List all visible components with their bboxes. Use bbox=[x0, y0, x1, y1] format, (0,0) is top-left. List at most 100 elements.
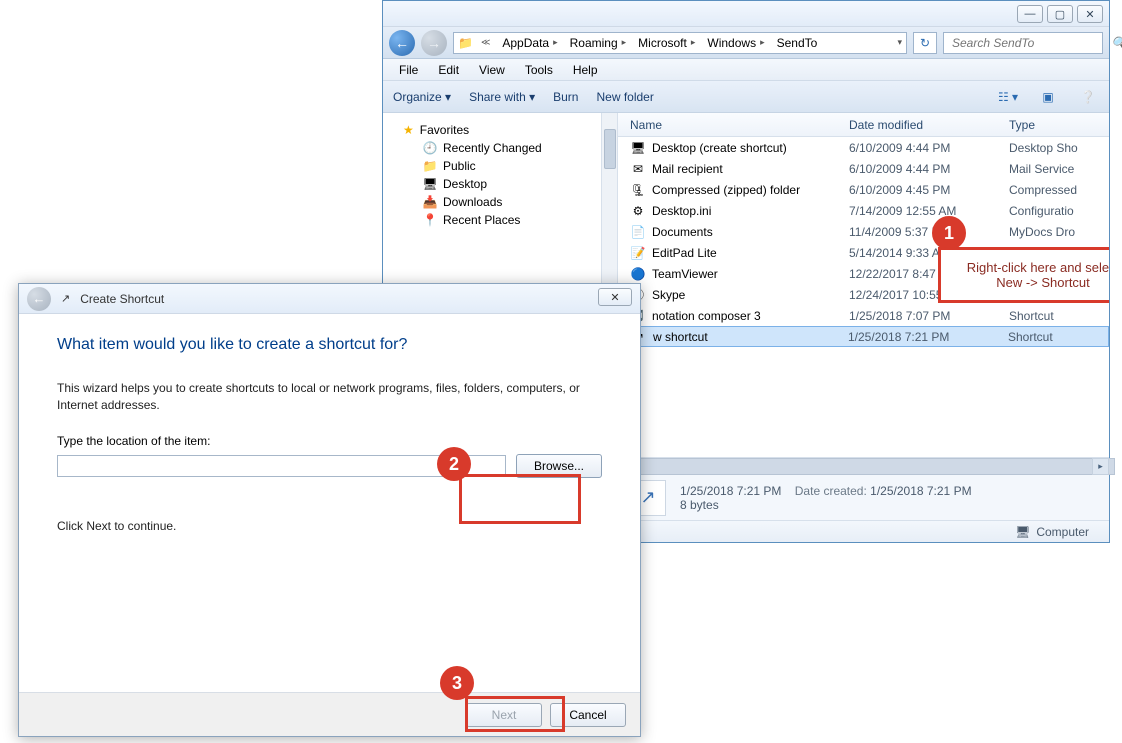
browse-button[interactable]: Browse... bbox=[516, 454, 602, 478]
file-name: Compressed (zipped) folder bbox=[652, 183, 800, 197]
file-row[interactable]: ✉Mail recipient6/10/2009 4:44 PMMail Ser… bbox=[618, 158, 1109, 179]
folder-icon: 📁 bbox=[458, 36, 473, 50]
menu-bar: File Edit View Tools Help bbox=[383, 59, 1109, 81]
file-row[interactable]: 🖥 Desktop (create shortcut) 6/10/2009 4:44… bbox=[618, 137, 1109, 158]
file-date: 1/25/2018 7:21 PM bbox=[848, 330, 1008, 344]
file-date: 6/10/2009 4:44 PM bbox=[849, 141, 1009, 155]
crumb-appdata[interactable]: AppData▸ bbox=[498, 33, 561, 53]
file-icon: 📄 bbox=[630, 224, 646, 240]
maximize-button[interactable]: ▢ bbox=[1047, 5, 1073, 23]
clock-icon: 🕘 bbox=[423, 141, 437, 155]
menu-tools[interactable]: Tools bbox=[517, 61, 561, 79]
nav-bar: ← → 📁 ≪ AppData▸ Roaming▸ Microsoft▸ Win… bbox=[383, 27, 1109, 59]
col-name[interactable]: Name bbox=[618, 118, 849, 132]
col-date[interactable]: Date modified bbox=[849, 118, 1009, 132]
forward-button[interactable]: → bbox=[421, 30, 447, 56]
file-type: Mail Service bbox=[1009, 162, 1109, 176]
file-row[interactable]: 🗜Compressed (zipped) folder6/10/2009 4:4… bbox=[618, 179, 1109, 200]
help-button[interactable]: ❔ bbox=[1077, 86, 1099, 108]
search-input[interactable] bbox=[950, 35, 1111, 51]
shortcut-icon: ↗ bbox=[61, 292, 70, 305]
titlebar[interactable]: — ▢ ✕ bbox=[383, 1, 1109, 27]
file-row[interactable]: 📄Documents11/4/2009 5:37 PMMyDocs Dro bbox=[618, 221, 1109, 242]
crumb-windows[interactable]: Windows▸ bbox=[703, 33, 768, 53]
file-icon: ✉ bbox=[630, 161, 646, 177]
sidebar-recently-changed[interactable]: 🕘Recently Changed bbox=[383, 139, 617, 157]
command-bar: Organize ▾ Share with ▾ Burn New folder … bbox=[383, 81, 1109, 113]
file-pane: Name Date modified Type 🖥 Desktop (create… bbox=[618, 113, 1109, 542]
minimize-button[interactable]: — bbox=[1017, 5, 1043, 23]
file-icon: ⚙ bbox=[630, 203, 646, 219]
status-bar: 🖥 Computer bbox=[618, 520, 1109, 542]
col-type[interactable]: Type bbox=[1009, 118, 1109, 132]
wizard-heading: What item would you like to create a sho… bbox=[57, 336, 602, 354]
wizard-close-button[interactable]: ✕ bbox=[598, 288, 632, 306]
sidebar-downloads[interactable]: 📥Downloads bbox=[383, 193, 617, 211]
file-date: 1/25/2018 7:07 PM bbox=[849, 309, 1009, 323]
sidebar-recent-places[interactable]: 📍Recent Places bbox=[383, 211, 617, 229]
star-icon: ★ bbox=[403, 123, 414, 137]
wizard-titlebar[interactable]: ← ↗ Create Shortcut ✕ bbox=[19, 284, 640, 314]
sidebar-public[interactable]: 📁Public bbox=[383, 157, 617, 175]
annotation-callout-1: Right-click here and select New -> Short… bbox=[938, 247, 1109, 303]
file-name: Skype bbox=[652, 288, 685, 302]
address-bar[interactable]: 📁 ≪ AppData▸ Roaming▸ Microsoft▸ Windows… bbox=[453, 32, 907, 54]
organize-menu[interactable]: Organize ▾ bbox=[393, 90, 451, 104]
file-type: MyDocs Dro bbox=[1009, 225, 1109, 239]
wizard-title-text: Create Shortcut bbox=[80, 292, 164, 306]
next-button[interactable]: Next bbox=[466, 703, 542, 727]
file-date: 6/10/2009 4:44 PM bbox=[849, 162, 1009, 176]
file-type: Desktop Sho bbox=[1009, 141, 1109, 155]
favorites-header[interactable]: ★Favorites bbox=[383, 121, 617, 139]
file-name: notation composer 3 bbox=[652, 309, 761, 323]
file-icon: 🔵 bbox=[630, 266, 646, 282]
file-date: 11/4/2009 5:37 PM bbox=[849, 225, 1009, 239]
new-folder-button[interactable]: New folder bbox=[596, 90, 653, 104]
file-icon: 📝 bbox=[630, 245, 646, 261]
desktop-icon: 🖥 bbox=[423, 177, 437, 191]
file-type: Shortcut bbox=[1008, 330, 1108, 344]
wizard-back-button[interactable]: ← bbox=[27, 287, 51, 311]
file-row[interactable]: ↗w shortcut1/25/2018 7:21 PMShortcut bbox=[618, 326, 1109, 347]
back-button[interactable]: ← bbox=[389, 30, 415, 56]
file-name: Desktop (create shortcut) bbox=[652, 141, 787, 155]
address-dropdown[interactable]: ▾ bbox=[893, 33, 906, 53]
view-mode-button[interactable]: ☷ ▾ bbox=[997, 86, 1019, 108]
cancel-button[interactable]: Cancel bbox=[550, 703, 626, 727]
sidebar-desktop[interactable]: 🖥Desktop bbox=[383, 175, 617, 193]
status-text: Computer bbox=[1036, 525, 1089, 539]
breadcrumb-chevron[interactable]: ≪ bbox=[477, 33, 494, 53]
preview-pane-button[interactable]: ▣ bbox=[1037, 86, 1059, 108]
scroll-right-arrow[interactable]: ▸ bbox=[1092, 458, 1109, 475]
search-box[interactable]: 🔍 bbox=[943, 32, 1103, 54]
crumb-microsoft[interactable]: Microsoft▸ bbox=[634, 33, 699, 53]
file-row[interactable]: ⚙Desktop.ini7/14/2009 12:55 AMConfigurat… bbox=[618, 200, 1109, 221]
horizontal-scrollbar[interactable]: ◂ ▸ bbox=[618, 457, 1109, 474]
file-type: Compressed bbox=[1009, 183, 1109, 197]
file-name: Desktop.ini bbox=[652, 204, 711, 218]
menu-view[interactable]: View bbox=[471, 61, 513, 79]
folder-icon: 📁 bbox=[423, 159, 437, 173]
recent-icon: 📍 bbox=[423, 213, 437, 227]
file-type: Configuratio bbox=[1009, 204, 1109, 218]
menu-file[interactable]: File bbox=[391, 61, 426, 79]
continue-hint: Click Next to continue. bbox=[57, 518, 602, 535]
menu-edit[interactable]: Edit bbox=[430, 61, 467, 79]
file-row[interactable]: 🎵notation composer 31/25/2018 7:07 PMSho… bbox=[618, 305, 1109, 326]
refresh-button[interactable]: ↻ bbox=[913, 32, 937, 54]
scrollbar-thumb[interactable] bbox=[604, 129, 616, 169]
crumb-roaming[interactable]: Roaming▸ bbox=[566, 33, 631, 53]
details-pane: ↗ 1/25/2018 7:21 PM Date created: 1/25/2… bbox=[618, 474, 1109, 520]
file-type: Shortcut bbox=[1009, 309, 1109, 323]
close-button[interactable]: ✕ bbox=[1077, 5, 1103, 23]
computer-icon: 🖥 bbox=[1015, 525, 1030, 539]
file-name: w shortcut bbox=[653, 330, 708, 344]
hscroll-thumb[interactable] bbox=[635, 458, 1115, 475]
file-icon: 🖥 bbox=[630, 140, 646, 156]
burn-button[interactable]: Burn bbox=[553, 90, 578, 104]
file-icon: 🗜 bbox=[630, 182, 646, 198]
share-menu[interactable]: Share with ▾ bbox=[469, 90, 535, 104]
file-list[interactable]: 🖥 Desktop (create shortcut) 6/10/2009 4:44… bbox=[618, 137, 1109, 457]
crumb-sendto[interactable]: SendTo bbox=[773, 33, 822, 53]
menu-help[interactable]: Help bbox=[565, 61, 606, 79]
